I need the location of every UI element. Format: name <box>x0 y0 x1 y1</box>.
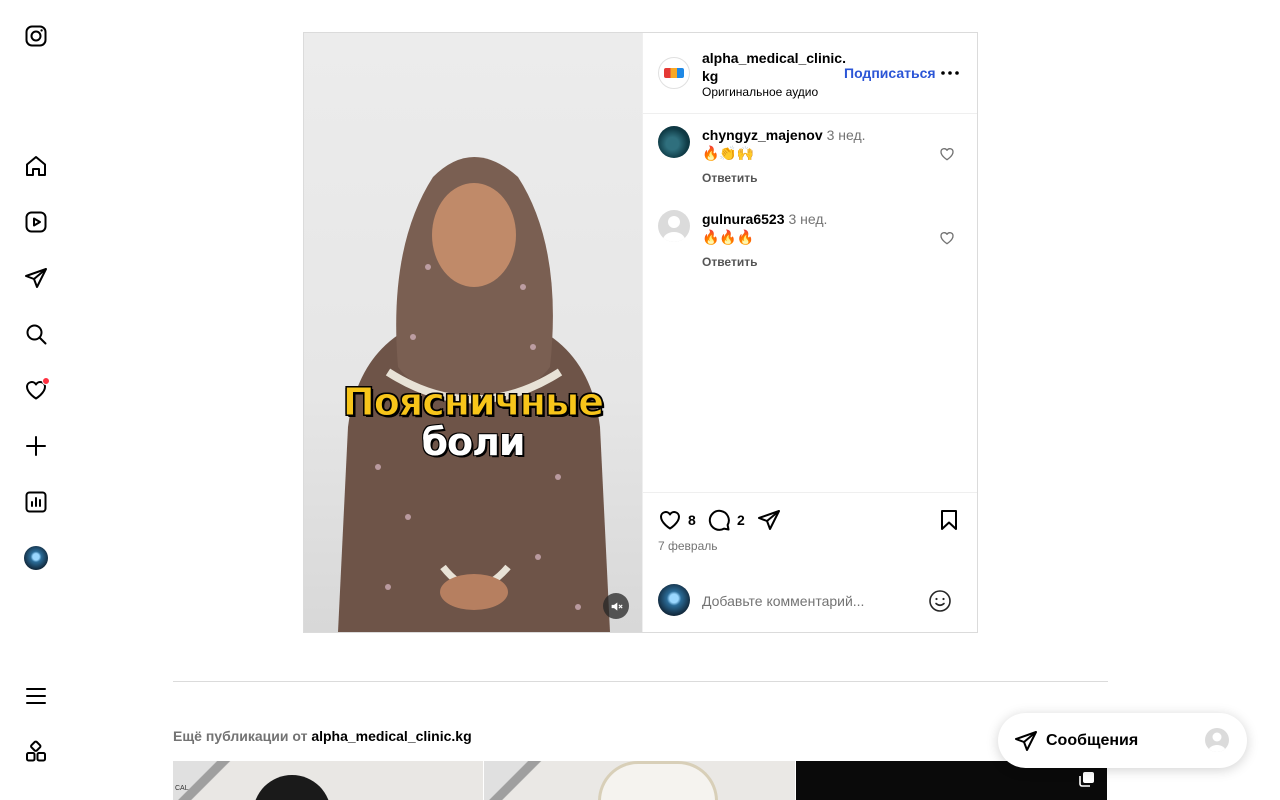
page-curl-graphic <box>484 761 554 800</box>
more-posts-prefix: Ещё публикации от <box>173 728 308 744</box>
share-paper-plane-icon <box>758 510 780 530</box>
more-options-icon[interactable] <box>939 65 961 81</box>
post-actions: 8 2 7 февраль <box>643 492 977 577</box>
bookmark-icon <box>941 510 957 530</box>
carousel-multiple-icon <box>1079 772 1094 787</box>
post-card: Поясничные боли alpha_medical_clinic.kg … <box>303 32 978 633</box>
reply-button[interactable]: Ответить <box>702 255 757 269</box>
post-header: alpha_medical_clinic.kg Оригинальное ауд… <box>643 33 977 114</box>
comment-text: 🔥👏🙌 <box>702 145 755 161</box>
comment-text: 🔥🔥🔥 <box>702 229 755 245</box>
menu-icon[interactable] <box>22 682 50 710</box>
post-date[interactable]: 7 февраль <box>658 539 718 553</box>
comment-input[interactable] <box>702 589 922 613</box>
avatar <box>24 546 48 570</box>
heart-notifications-icon[interactable] <box>22 376 50 404</box>
reels-icon[interactable] <box>22 208 50 236</box>
save-button[interactable] <box>937 507 961 533</box>
dashboard-icon[interactable] <box>22 488 50 516</box>
page-curl-graphic <box>173 761 243 800</box>
commenter-username[interactable]: gulnura6523 <box>702 211 784 227</box>
heart-icon <box>660 511 680 530</box>
comment-item: gulnura6523 3 нед. 🔥🔥🔥 Ответить <box>658 210 963 280</box>
comment-button[interactable]: 2 <box>707 507 745 533</box>
more-posts-heading: Ещё публикации от alpha_medical_clinic.k… <box>173 728 472 744</box>
video-caption-line2: боли <box>421 419 525 464</box>
comment-time[interactable]: 3 нед. <box>827 127 866 143</box>
messages-label: Сообщения <box>1046 732 1139 749</box>
like-count[interactable]: 8 <box>688 512 696 528</box>
thumbnail-person <box>253 775 331 800</box>
emoji-icon[interactable] <box>928 589 952 613</box>
post-video[interactable]: Поясничные боли <box>304 33 642 632</box>
home-icon[interactable] <box>22 152 50 180</box>
more-post-thumbnail[interactable] <box>484 761 795 800</box>
author-username[interactable]: alpha_medical_clinic.kg <box>702 49 848 85</box>
comment-count[interactable]: 2 <box>737 512 745 528</box>
profile-avatar[interactable] <box>22 544 50 572</box>
messages-pill-button[interactable]: Сообщения <box>998 713 1247 768</box>
thumbnail-mirror <box>598 761 718 800</box>
comment-item: chyngyz_majenov 3 нед. 🔥👏🙌 Ответить <box>658 126 963 196</box>
notification-dot <box>42 377 50 385</box>
comments-list: chyngyz_majenov 3 нед. 🔥👏🙌 Ответить gulnu… <box>643 114 977 492</box>
video-caption: Поясничные боли <box>304 380 642 464</box>
direct-icon[interactable] <box>22 264 50 292</box>
author-avatar[interactable] <box>658 57 690 89</box>
reply-button[interactable]: Ответить <box>702 171 757 185</box>
add-comment-bar <box>643 577 977 632</box>
more-posts-account-link[interactable]: alpha_medical_clinic.kg <box>311 728 471 744</box>
like-button[interactable]: 8 <box>658 507 696 533</box>
post-details-panel: alpha_medical_clinic.kg Оригинальное ауд… <box>642 33 977 632</box>
plus-create-icon[interactable] <box>22 432 50 460</box>
mute-toggle-button[interactable] <box>603 593 629 619</box>
messages-avatar <box>1205 728 1229 752</box>
direct-paper-plane-icon <box>1015 731 1037 751</box>
speaker-muted-icon <box>611 601 623 611</box>
audio-label[interactable]: Оригинальное аудио <box>702 85 818 99</box>
more-post-thumbnail[interactable]: CAL <box>173 761 483 800</box>
thumbnail-text: CAL <box>175 785 189 792</box>
comment-bubble-icon <box>708 509 730 531</box>
current-user-avatar <box>658 584 690 616</box>
follow-button[interactable]: Подписаться <box>844 65 936 81</box>
commenter-username[interactable]: chyngyz_majenov <box>702 127 823 143</box>
video-caption-line1: Поясничные <box>342 380 604 424</box>
apps-grid-icon[interactable] <box>22 738 50 766</box>
commenter-avatar[interactable] <box>658 126 690 158</box>
share-button[interactable] <box>757 507 781 533</box>
comment-like-heart-icon[interactable] <box>939 230 955 246</box>
sidebar <box>0 0 72 800</box>
section-divider <box>173 681 1108 682</box>
comment-time[interactable]: 3 нед. <box>788 211 827 227</box>
instagram-logo-icon[interactable] <box>22 22 50 50</box>
comment-like-heart-icon[interactable] <box>939 146 955 162</box>
commenter-avatar[interactable] <box>658 210 690 242</box>
search-icon[interactable] <box>22 320 50 348</box>
